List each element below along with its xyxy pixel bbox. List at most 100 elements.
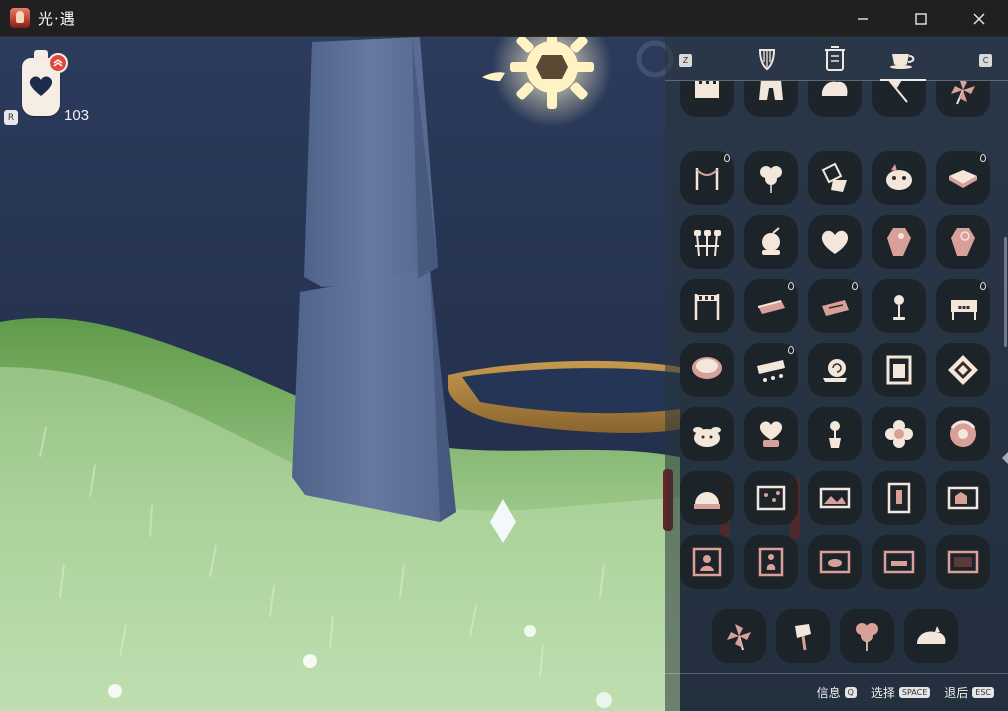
prop-slot[interactable] xyxy=(872,279,926,333)
prop-slot[interactable] xyxy=(872,471,926,525)
prop-slot[interactable] xyxy=(872,215,926,269)
pinwheel-small-icon xyxy=(727,624,751,651)
candle-count: 103 xyxy=(64,107,90,124)
heart-lamp-icon xyxy=(759,421,783,447)
prop-slot[interactable] xyxy=(680,343,734,397)
panel-scroll-arrow-icon[interactable] xyxy=(1002,452,1008,464)
diamond-sign-icon xyxy=(948,355,978,385)
stall-icon xyxy=(757,360,785,382)
footer-select-label: 选择 xyxy=(870,686,895,700)
tab-next-key-hint[interactable]: C xyxy=(979,54,992,67)
candle-currency-indicator xyxy=(22,50,68,118)
coffin-ornate-icon xyxy=(951,228,975,256)
prop-slot[interactable] xyxy=(744,151,798,205)
painting-vase-icon xyxy=(758,547,784,577)
gate-icon xyxy=(759,81,783,100)
prop-slot[interactable] xyxy=(872,151,926,205)
prop-slot[interactable] xyxy=(808,535,862,589)
finish-arch-icon xyxy=(694,294,720,320)
prop-slot[interactable] xyxy=(840,609,894,663)
prop-slot[interactable] xyxy=(680,471,734,525)
prop-slot[interactable] xyxy=(904,609,958,663)
prop-slot[interactable] xyxy=(936,407,990,461)
prop-slot[interactable] xyxy=(680,279,734,333)
owned-drop-icon xyxy=(788,346,794,354)
tab-lanterns[interactable] xyxy=(815,44,855,74)
props-grid: ▪▪▪ xyxy=(665,81,1008,671)
painting-flowers-icon xyxy=(756,485,786,511)
prop-slot[interactable] xyxy=(680,215,734,269)
plank-icon xyxy=(758,300,785,314)
balloons-icon xyxy=(760,166,782,193)
game-viewport[interactable]: R 103 Z C ▪▪▪ 信息 Q 选择 SPACE 退后 ESC xyxy=(0,37,1008,711)
teacup-icon xyxy=(890,54,915,69)
tab-instruments[interactable] xyxy=(747,44,787,74)
flag-icon xyxy=(888,81,908,103)
prop-slot[interactable] xyxy=(936,471,990,525)
prop-slot[interactable] xyxy=(808,407,862,461)
prop-slot[interactable] xyxy=(744,343,798,397)
prop-slot[interactable] xyxy=(872,81,926,117)
prop-slot[interactable] xyxy=(936,81,990,117)
upgrade-chevrons-icon xyxy=(48,53,68,73)
prop-slot[interactable] xyxy=(744,81,798,117)
prop-slot[interactable] xyxy=(808,215,862,269)
candle-heart-icon xyxy=(29,76,53,96)
prop-slot[interactable] xyxy=(680,81,734,117)
footer-info[interactable]: 信息 Q xyxy=(817,684,857,701)
prop-slot[interactable] xyxy=(872,343,926,397)
footer-select[interactable]: 选择 SPACE xyxy=(870,684,931,701)
owned-drop-icon xyxy=(980,282,986,290)
prop-slot[interactable] xyxy=(936,215,990,269)
creature-cushion-icon xyxy=(886,164,912,190)
prop-slot[interactable]: ▪▪▪ xyxy=(936,279,990,333)
prop-slot[interactable] xyxy=(744,407,798,461)
window-controls xyxy=(834,0,1008,37)
minimize-button[interactable] xyxy=(834,0,892,37)
close-button[interactable] xyxy=(950,0,1008,37)
prop-slot[interactable] xyxy=(872,407,926,461)
sleeping-cat-icon xyxy=(917,626,946,644)
painting-dog-icon xyxy=(819,550,851,574)
maximize-button[interactable] xyxy=(892,0,950,37)
tab-prev-key-hint[interactable]: Z xyxy=(679,54,692,67)
footer-back-key: ESC xyxy=(972,687,994,698)
tab-props[interactable] xyxy=(880,44,926,81)
prop-slot[interactable] xyxy=(808,151,862,205)
prop-slot[interactable] xyxy=(680,407,734,461)
marshmallow-sticks-icon xyxy=(694,230,721,257)
prop-slot[interactable] xyxy=(808,471,862,525)
hot-pot-icon xyxy=(692,357,722,379)
close-icon xyxy=(973,13,985,24)
window-titlebar: 光·遇 xyxy=(0,0,1008,37)
prop-slot[interactable] xyxy=(808,279,862,333)
prop-slot[interactable] xyxy=(808,343,862,397)
maximize-icon xyxy=(915,12,927,25)
prop-slot[interactable] xyxy=(936,151,990,205)
prop-slot[interactable] xyxy=(808,81,862,117)
painting-landscape-icon xyxy=(819,487,851,509)
prop-slot[interactable] xyxy=(776,609,830,663)
painting-house-icon xyxy=(947,486,979,510)
prop-slot[interactable] xyxy=(744,535,798,589)
sign-board-icon xyxy=(822,300,849,316)
prop-slot[interactable] xyxy=(744,471,798,525)
prop-slot[interactable] xyxy=(744,279,798,333)
dome-icon xyxy=(694,492,720,509)
props-scrollbar[interactable] xyxy=(1004,237,1007,347)
prop-slot[interactable] xyxy=(936,535,990,589)
snail-icon xyxy=(823,359,847,382)
prop-slot[interactable] xyxy=(680,535,734,589)
footer-back[interactable]: 退后 ESC xyxy=(944,684,994,701)
prop-slot[interactable] xyxy=(936,343,990,397)
portrait-frame-icon xyxy=(886,355,912,385)
prop-slot[interactable] xyxy=(744,215,798,269)
prop-slot[interactable] xyxy=(712,609,766,663)
panel-footer: 信息 Q 选择 SPACE 退后 ESC xyxy=(665,673,1008,711)
heart-pillow-icon xyxy=(821,230,849,254)
prop-slot[interactable] xyxy=(872,535,926,589)
balloon-cluster-icon xyxy=(856,623,878,651)
prop-slot[interactable] xyxy=(680,151,734,205)
footer-select-key: SPACE xyxy=(898,687,931,698)
banner-sign-icon: ▪▪▪ xyxy=(951,300,977,320)
